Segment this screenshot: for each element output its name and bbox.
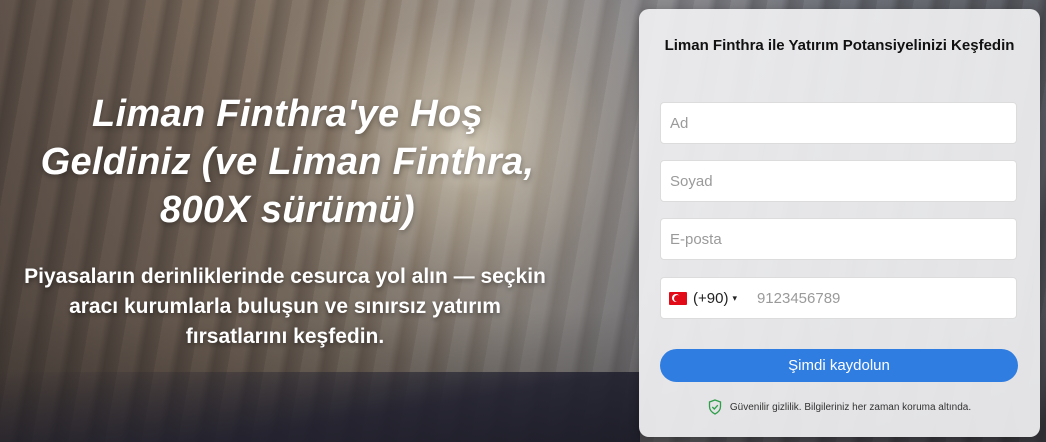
phone-input[interactable] bbox=[744, 278, 1016, 318]
dial-code: (+90) bbox=[693, 289, 729, 307]
country-code-selector[interactable]: (+90) ▾ bbox=[661, 278, 745, 318]
first-name-input[interactable] bbox=[660, 102, 1017, 144]
hero-headline: Liman Finthra'ye Hoş Geldiniz (ve Liman … bbox=[40, 93, 535, 231]
hero-section: Liman Finthra'ye Hoş Geldiniz (ve Liman … bbox=[0, 0, 1046, 442]
turkey-flag-icon bbox=[669, 291, 687, 305]
signup-form-panel: Liman Finthra ile Yatırım Potansiyeliniz… bbox=[639, 9, 1040, 437]
email-input[interactable] bbox=[660, 218, 1017, 260]
form-title: Liman Finthra ile Yatırım Potansiyeliniz… bbox=[664, 37, 1015, 54]
signup-button[interactable]: Şimdi kaydolun bbox=[660, 349, 1018, 382]
privacy-note: Güvenilir gizlilik. Bilgileriniz her zam… bbox=[659, 399, 1020, 415]
last-name-input[interactable] bbox=[660, 160, 1017, 202]
background-floor bbox=[0, 372, 640, 442]
hero-subtext: Piyasaların derinliklerinde cesurca yol … bbox=[24, 265, 546, 348]
privacy-text: Güvenilir gizlilik. Bilgileriniz her zam… bbox=[729, 401, 972, 413]
phone-field: (+90) ▾ bbox=[660, 277, 1017, 319]
shield-check-icon bbox=[708, 399, 722, 415]
chevron-down-icon: ▾ bbox=[732, 292, 737, 303]
